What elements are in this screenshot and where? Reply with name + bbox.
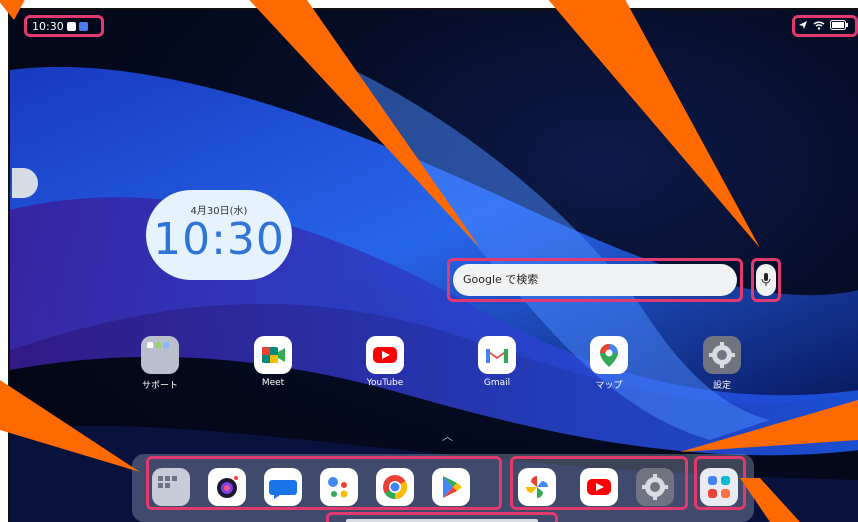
callout-rays <box>0 0 858 522</box>
